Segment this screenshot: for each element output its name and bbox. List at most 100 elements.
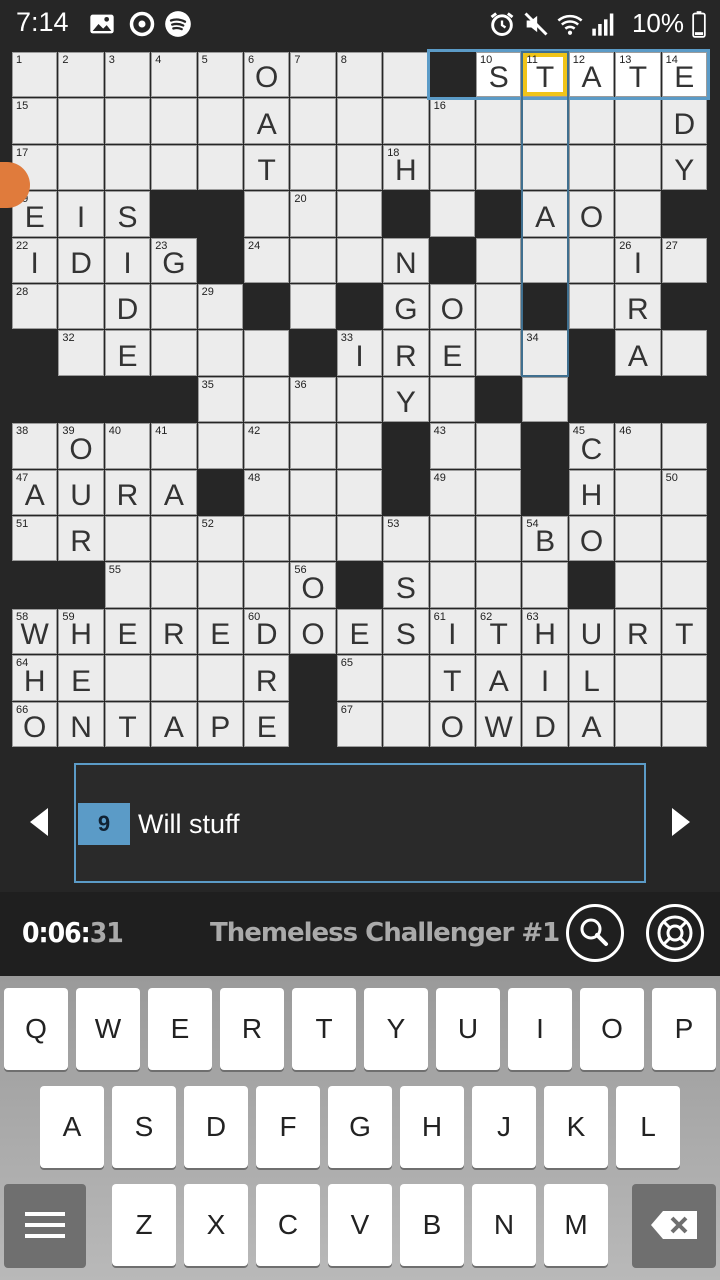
key-n[interactable]: N <box>472 1184 536 1266</box>
menu-key[interactable] <box>4 1184 86 1266</box>
grid-cell[interactable] <box>336 144 383 191</box>
grid-cell[interactable] <box>151 98 197 144</box>
grid-cell[interactable] <box>151 284 197 330</box>
grid-cell[interactable] <box>336 516 383 562</box>
grid-cell[interactable] <box>429 562 475 608</box>
key-b[interactable]: B <box>400 1184 464 1266</box>
grid-cell[interactable]: 14 E <box>661 52 707 98</box>
grid-cell[interactable] <box>522 237 568 283</box>
grid-cell[interactable] <box>244 516 290 562</box>
grid-cell[interactable]: T <box>244 144 290 191</box>
grid-cell[interactable] <box>151 655 197 701</box>
grid-cell[interactable]: 63 H <box>522 608 568 655</box>
grid-cell[interactable]: 2 <box>58 52 104 98</box>
grid-cell[interactable] <box>290 516 336 562</box>
grid-cell[interactable]: 59 H <box>58 608 104 655</box>
previous-clue-button[interactable] <box>30 808 48 836</box>
grid-cell[interactable] <box>615 655 661 701</box>
key-z[interactable]: Z <box>112 1184 176 1266</box>
grid-cell[interactable] <box>615 144 661 191</box>
grid-cell[interactable]: 58 W <box>12 608 58 655</box>
grid-cell[interactable]: A <box>151 469 197 515</box>
grid-cell[interactable]: 11 T <box>522 52 568 98</box>
grid-cell[interactable]: L <box>568 655 615 701</box>
grid-cell[interactable] <box>661 562 707 608</box>
grid-cell[interactable]: 32 <box>58 330 104 376</box>
grid-cell[interactable] <box>290 98 336 144</box>
grid-cell[interactable]: 10 S <box>476 52 522 98</box>
grid-cell[interactable] <box>383 655 429 701</box>
grid-cell[interactable] <box>476 284 522 330</box>
grid-cell[interactable]: H <box>568 469 615 515</box>
grid-cell[interactable] <box>58 144 104 191</box>
grid-cell[interactable]: E <box>58 655 104 701</box>
grid-cell[interactable] <box>661 516 707 562</box>
grid-cell[interactable]: 5 <box>197 52 243 98</box>
grid-cell[interactable]: 45 C <box>568 423 615 469</box>
grid-cell[interactable]: 1 <box>12 52 58 98</box>
grid-cell[interactable]: W <box>476 701 522 747</box>
grid-cell[interactable]: 22 I <box>12 237 58 283</box>
grid-cell[interactable]: 47 A <box>12 469 58 515</box>
grid-cell[interactable] <box>476 98 522 144</box>
grid-cell[interactable]: E <box>244 701 290 747</box>
grid-cell[interactable]: 24 <box>244 237 290 283</box>
grid-cell[interactable]: R <box>615 284 661 330</box>
key-y[interactable]: Y <box>364 988 428 1070</box>
grid-cell[interactable]: 8 <box>336 52 383 98</box>
grid-cell[interactable] <box>383 701 429 747</box>
grid-cell[interactable] <box>661 655 707 701</box>
grid-cell[interactable]: N <box>383 237 429 283</box>
grid-cell[interactable]: E <box>429 330 475 376</box>
grid-cell[interactable] <box>383 52 429 98</box>
grid-cell[interactable]: I <box>522 655 568 701</box>
grid-cell[interactable] <box>197 98 243 144</box>
grid-cell[interactable] <box>290 423 336 469</box>
grid-cell[interactable]: 12 A <box>568 52 615 98</box>
key-u[interactable]: U <box>436 988 500 1070</box>
grid-cell[interactable]: 34 <box>522 330 568 376</box>
grid-cell[interactable]: 55 <box>104 562 151 608</box>
grid-cell[interactable]: 35 <box>197 376 243 423</box>
grid-cell[interactable]: I <box>58 191 104 237</box>
grid-cell[interactable] <box>336 237 383 283</box>
grid-cell[interactable]: 60 D <box>244 608 290 655</box>
grid-cell[interactable] <box>476 330 522 376</box>
grid-cell[interactable]: A <box>244 98 290 144</box>
crossword-grid[interactable]: 123456O7810S11T12A13T14E15A16D17T18HY19E… <box>12 49 710 748</box>
grid-cell[interactable] <box>429 144 475 191</box>
grid-cell[interactable]: E <box>336 608 383 655</box>
grid-cell[interactable] <box>197 423 243 469</box>
grid-cell[interactable]: R <box>244 655 290 701</box>
grid-cell[interactable]: D <box>104 284 151 330</box>
grid-cell[interactable]: R <box>151 608 197 655</box>
grid-cell[interactable] <box>615 701 661 747</box>
grid-cell[interactable]: O <box>568 516 615 562</box>
grid-cell[interactable] <box>58 284 104 330</box>
clue-bar[interactable]: 9 Will stuff <box>74 763 646 883</box>
grid-cell[interactable] <box>151 144 197 191</box>
grid-cell[interactable] <box>522 144 568 191</box>
grid-cell[interactable] <box>661 701 707 747</box>
grid-cell[interactable]: 66 O <box>12 701 58 747</box>
help-button[interactable] <box>646 904 704 962</box>
next-clue-button[interactable] <box>672 808 690 836</box>
grid-cell[interactable]: 53 <box>383 516 429 562</box>
grid-cell[interactable]: 26 I <box>615 237 661 283</box>
grid-cell[interactable]: 48 <box>244 469 290 515</box>
grid-cell[interactable]: E <box>104 330 151 376</box>
grid-cell[interactable] <box>197 330 243 376</box>
grid-cell[interactable]: S <box>383 608 429 655</box>
grid-cell[interactable]: 56 O <box>290 562 336 608</box>
grid-cell[interactable]: 7 <box>290 52 336 98</box>
grid-cell[interactable]: T <box>429 655 475 701</box>
grid-cell[interactable]: A <box>568 701 615 747</box>
grid-cell[interactable]: 62 T <box>476 608 522 655</box>
grid-cell[interactable]: 64 H <box>12 655 58 701</box>
grid-cell[interactable]: 16 <box>429 98 475 144</box>
grid-cell[interactable] <box>104 144 151 191</box>
grid-cell[interactable]: 65 <box>336 655 383 701</box>
key-m[interactable]: M <box>544 1184 608 1266</box>
grid-cell[interactable]: 41 <box>151 423 197 469</box>
grid-cell[interactable] <box>522 98 568 144</box>
